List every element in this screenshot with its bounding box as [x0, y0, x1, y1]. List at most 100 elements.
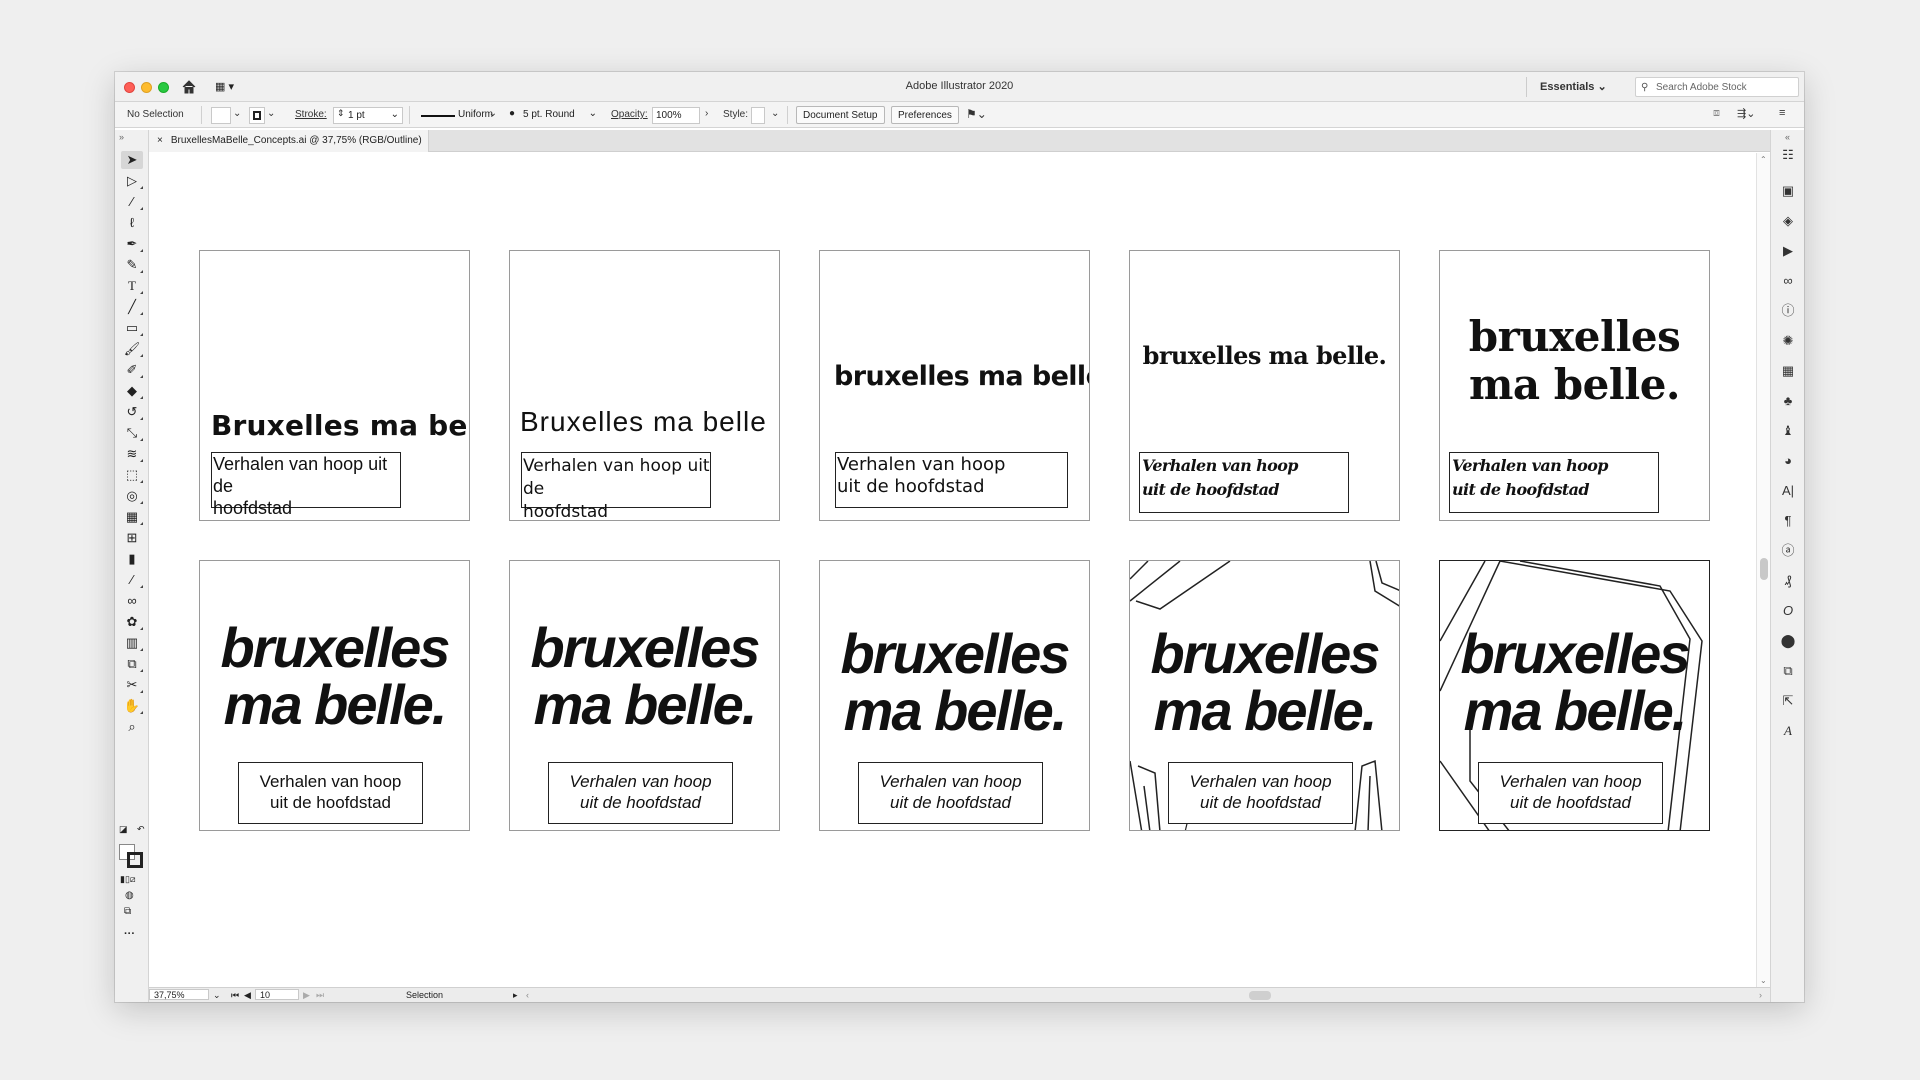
paintbrush-tool[interactable]: 🖌 — [121, 340, 143, 358]
fill-stroke-swatches[interactable] — [119, 844, 145, 870]
chevron-down-icon[interactable]: ⌄ — [233, 108, 241, 119]
direct-selection-tool[interactable]: ▷ — [121, 172, 143, 190]
layers-icon[interactable]: ◈ — [1779, 212, 1797, 230]
screen-mode-icon[interactable]: ⧉ — [124, 906, 131, 917]
brushes-icon[interactable]: ♝ — [1779, 422, 1797, 440]
default-fill-stroke-icon[interactable]: ◪ — [119, 824, 128, 835]
type-tool[interactable]: T — [121, 277, 143, 295]
gradient-tool[interactable]: ▮ — [121, 550, 143, 568]
edit-toolbar-icon[interactable]: ··· — [124, 928, 135, 940]
chevron-down-icon[interactable]: ⌄ — [267, 108, 275, 119]
last-artboard-icon[interactable]: ⏭ — [316, 990, 324, 1001]
artboard-1[interactable]: Bruxelles ma belle Verhalen van hoop uit… — [199, 250, 470, 521]
transform-icon[interactable]: ⇶⌄ — [1737, 107, 1755, 120]
character-icon[interactable]: A| — [1779, 482, 1797, 500]
workspace-switcher[interactable]: Essentials ⌄ — [1526, 77, 1607, 97]
scroll-up-icon[interactable]: ⌃ — [1760, 155, 1767, 164]
swap-fill-stroke-icon[interactable]: ↶ — [137, 824, 145, 835]
rectangle-tool[interactable]: ▭ — [121, 319, 143, 337]
artboard-2[interactable]: Bruxelles ma belle Verhalen van hoop uit… — [509, 250, 780, 521]
next-artboard-icon[interactable]: ▶ — [303, 990, 310, 1001]
expand-panel-icon[interactable]: » — [119, 132, 124, 142]
opacity-field[interactable]: 100% — [652, 107, 700, 124]
scroll-left-icon[interactable]: ‹ — [526, 990, 529, 1000]
column-graph-tool[interactable]: ▥ — [121, 634, 143, 652]
stepper-icon[interactable]: ⇕ — [337, 108, 345, 119]
previous-artboard-icon[interactable]: ◀ — [244, 990, 251, 1001]
chevron-down-icon[interactable]: ⌄ — [391, 109, 399, 120]
artboard-10[interactable]: bruxelles ma belle. Verhalen van hoop ui… — [1439, 560, 1710, 831]
magic-wand-tool[interactable]: ⁄ — [121, 193, 143, 211]
color-mode-icons[interactable]: ▮▯⧄ — [120, 874, 136, 885]
chevron-down-icon[interactable]: ⌄ — [489, 108, 497, 119]
chevron-down-icon[interactable]: ⌄ — [771, 108, 779, 119]
warp-tool[interactable]: ≋ — [121, 445, 143, 463]
color-icon[interactable]: ⬤ — [1779, 632, 1797, 650]
export-icon[interactable]: ⇱ — [1779, 692, 1797, 710]
draw-mode-icon[interactable]: ◍ — [125, 890, 134, 901]
chevron-down-icon[interactable]: ⌄ — [213, 990, 221, 1001]
artboard-9[interactable]: bruxelles ma belle. Verhalen van hoop ui… — [1129, 560, 1400, 831]
libraries-icon[interactable]: ▣ — [1779, 182, 1797, 200]
search-stock-input[interactable]: ⚲ Search Adobe Stock — [1635, 77, 1799, 97]
hand-tool[interactable]: ✋ — [121, 697, 143, 715]
paragraph-styles-icon[interactable]: ₰ — [1779, 572, 1797, 590]
artboard-8[interactable]: bruxelles ma belle. Verhalen van hoop ui… — [819, 560, 1090, 831]
links-icon[interactable]: ∞ — [1779, 272, 1797, 290]
zoom-tool[interactable]: ⌕ — [121, 718, 143, 736]
rotate-tool[interactable]: ↺ — [121, 403, 143, 421]
selection-tool[interactable]: ➤ — [121, 151, 143, 169]
artboard-4[interactable]: bruxelles ma belle. Verhalen van hoop ui… — [1129, 250, 1400, 521]
perspective-grid-tool[interactable]: ▦ — [121, 508, 143, 526]
eyedropper-tool[interactable]: ⁄ — [121, 571, 143, 589]
pathfinder-icon[interactable]: ⧉ — [1779, 662, 1797, 680]
stroke-swatch[interactable] — [249, 107, 265, 124]
preferences-button[interactable]: Preferences — [891, 106, 959, 124]
first-artboard-icon[interactable]: ⏮ — [231, 990, 239, 1001]
blend-tool[interactable]: ∞ — [121, 592, 143, 610]
mesh-tool[interactable]: ⊞ — [121, 529, 143, 547]
graphic-style-swatch[interactable] — [751, 107, 765, 124]
zoom-field[interactable]: 37,75% — [149, 989, 209, 1000]
artboard-3[interactable]: bruxelles ma belle. Verhalen van hoop ui… — [819, 250, 1090, 521]
brush-definition[interactable]: ● 5 pt. Round ⌄ — [505, 107, 597, 124]
eraser-tool[interactable]: ◆ — [121, 382, 143, 400]
align-icon[interactable]: ⧈ — [1713, 107, 1720, 120]
shape-builder-tool[interactable]: ◎ — [121, 487, 143, 505]
chevron-down-icon[interactable]: ⌄ — [589, 108, 597, 119]
canvas[interactable]: Bruxelles ma belle Verhalen van hoop uit… — [149, 153, 1756, 987]
select-similar-icon[interactable]: ⚑⌄ — [966, 107, 987, 121]
symbols-icon[interactable]: ♣ — [1779, 392, 1797, 410]
opentype-icon[interactable]: O — [1779, 602, 1797, 620]
pen-tool[interactable]: ✒ — [121, 235, 143, 253]
appearance-icon[interactable]: ✺ — [1779, 332, 1797, 350]
artboard-7[interactable]: bruxelles ma belle. Verhalen van hoop ui… — [509, 560, 780, 831]
stroke-swatch-icon[interactable] — [127, 852, 143, 868]
free-transform-tool[interactable]: ⬚ — [121, 466, 143, 484]
swatches-icon[interactable]: ▦ — [1779, 362, 1797, 380]
vertical-scrollbar[interactable]: ⌃ ⌄ — [1756, 153, 1770, 987]
artboard-5[interactable]: bruxelles ma belle. Verhalen van hoop ui… — [1439, 250, 1710, 521]
actions-icon[interactable]: ▶ — [1779, 242, 1797, 260]
horizontal-scroll-thumb[interactable] — [1249, 991, 1271, 1000]
curvature-tool[interactable]: ✎ — [121, 256, 143, 274]
artboard-number-field[interactable]: 10 — [255, 989, 299, 1000]
collapse-panels-icon[interactable]: « — [1785, 132, 1790, 142]
scale-tool[interactable]: ⤡ — [121, 424, 143, 442]
character-styles-icon[interactable]: ⓐ — [1779, 542, 1797, 560]
panel-menu-icon[interactable]: ≡ — [1779, 107, 1785, 119]
properties-icon[interactable]: ☷ — [1779, 146, 1797, 164]
lasso-tool[interactable]: ℓ — [121, 214, 143, 232]
stroke-weight-field[interactable]: ⇕ 1 pt ⌄ — [333, 107, 403, 124]
paragraph-icon[interactable]: ¶ — [1779, 512, 1797, 530]
document-setup-button[interactable]: Document Setup — [796, 106, 885, 124]
document-tab[interactable]: × BruxellesMaBelle_Concepts.ai @ 37,75% (… — [149, 130, 429, 152]
symbol-sprayer-tool[interactable]: ✿ — [121, 613, 143, 631]
scroll-down-icon[interactable]: ⌄ — [1760, 976, 1767, 985]
artboard-tool[interactable]: ⧉ — [121, 655, 143, 673]
glyphs-icon[interactable]: A — [1779, 722, 1797, 740]
vertical-scroll-thumb[interactable] — [1760, 558, 1768, 580]
shaper-tool[interactable]: ✐ — [121, 361, 143, 379]
slice-tool[interactable]: ✂ — [121, 676, 143, 694]
artboard-6[interactable]: bruxelles ma belle. Verhalen van hoop ui… — [199, 560, 470, 831]
